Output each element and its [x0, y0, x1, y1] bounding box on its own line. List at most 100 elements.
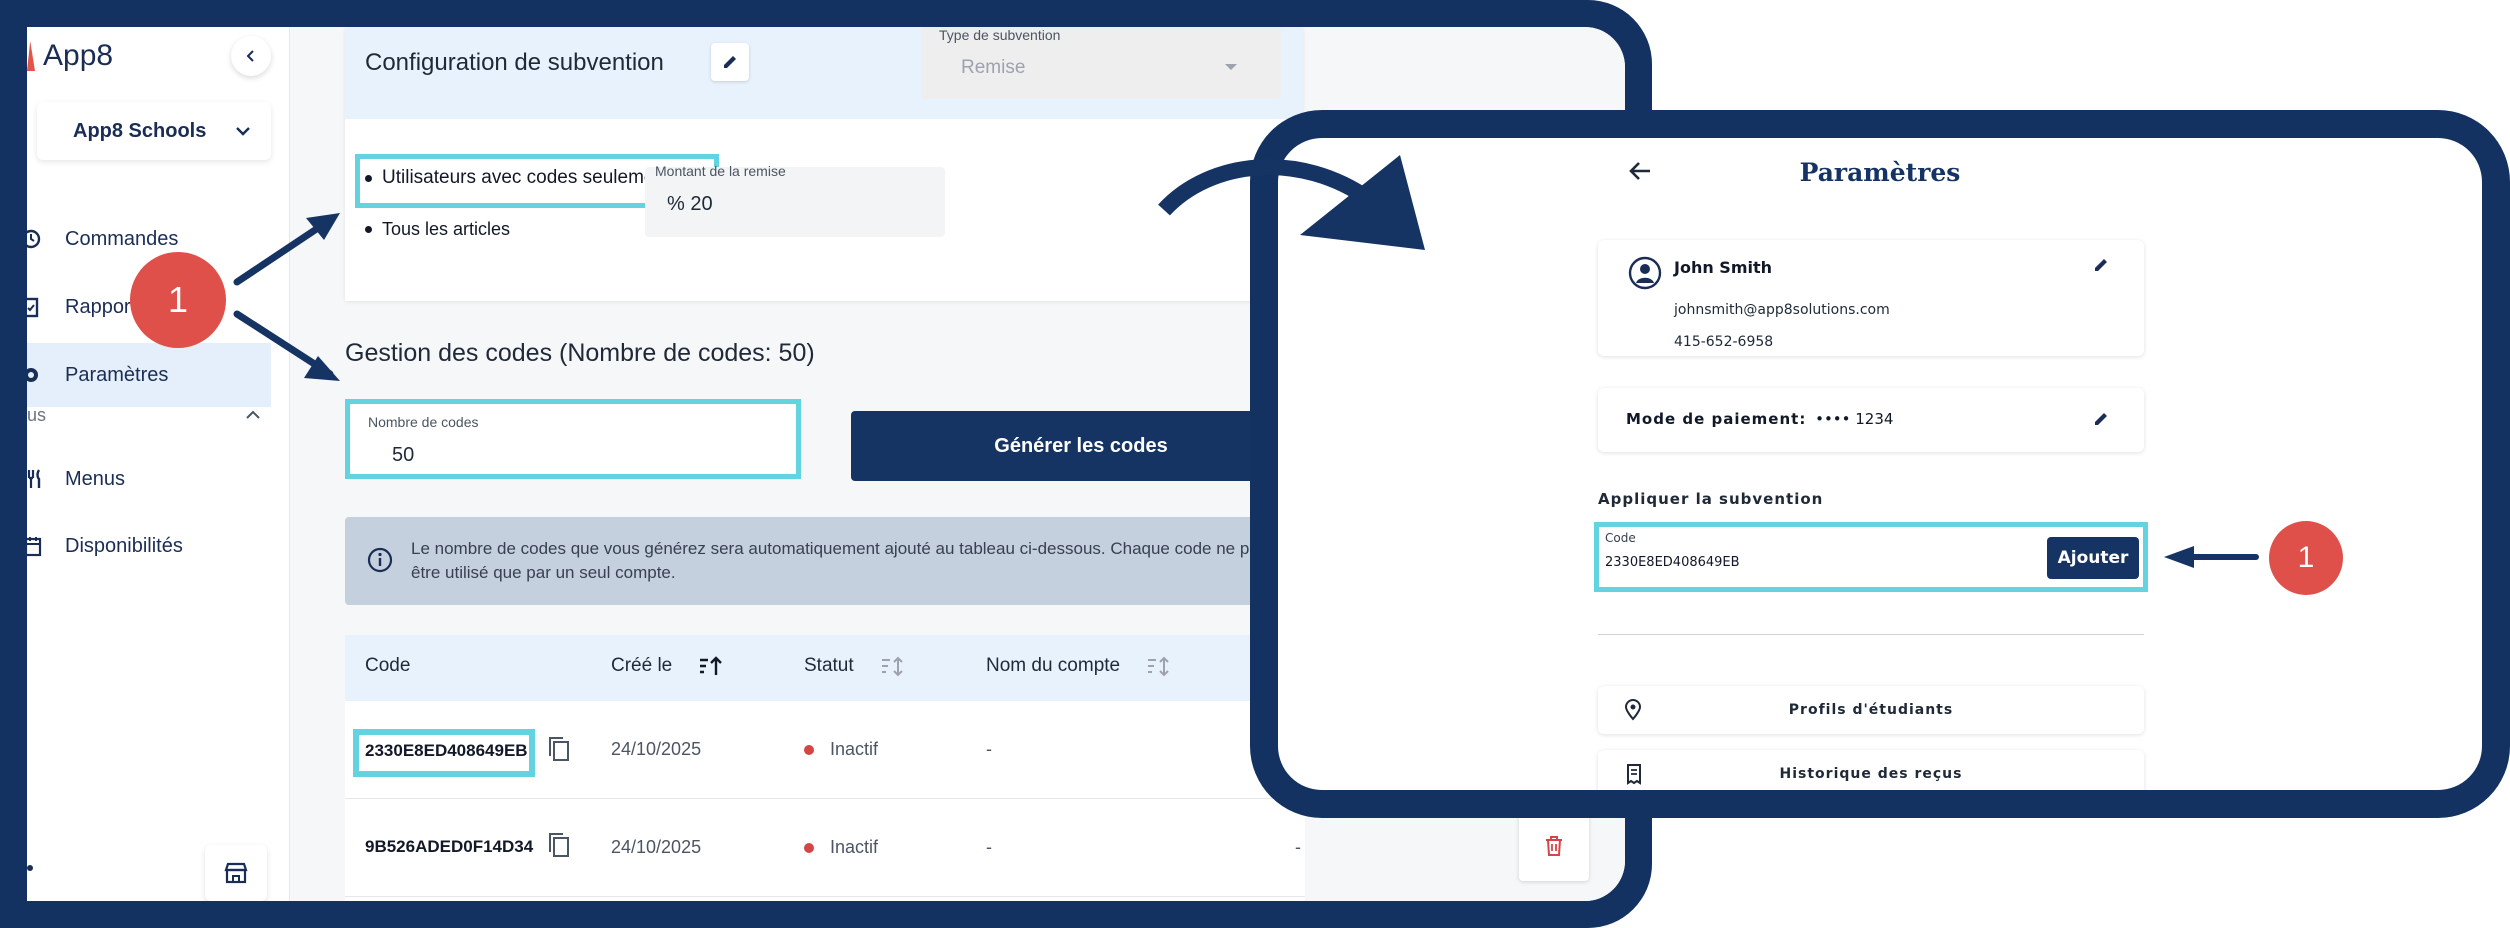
- clipboard-icon: [27, 275, 43, 339]
- column-label: Nom du compte: [986, 655, 1121, 676]
- config-title: Configuration de subvention: [365, 49, 664, 76]
- column-code[interactable]: Code: [365, 655, 410, 677]
- code-count-value: 50: [392, 444, 415, 466]
- info-banner: Le nombre de codes que vous générez sera…: [345, 517, 1305, 605]
- option-codes-only[interactable]: Utilisateurs avec codes seulement: [365, 167, 670, 189]
- calendar-icon: [27, 514, 43, 578]
- config-card-header: Configuration de subvention Type de subv…: [345, 27, 1303, 119]
- apply-subsidy-title: Appliquer la subvention: [1598, 490, 1824, 508]
- code-field-label: Code: [1605, 531, 1636, 545]
- step-number: 1: [2297, 541, 2315, 574]
- copy-icon[interactable]: [547, 735, 571, 763]
- app-logo: App8: [27, 33, 113, 79]
- option-label: Utilisateurs avec codes seulement: [382, 167, 671, 188]
- status-text: Inactif: [830, 739, 879, 759]
- link-label: Historique des reçus: [1779, 766, 1963, 782]
- sort-icon: [881, 656, 903, 677]
- info-text: Le nombre de codes que vous générez sera…: [411, 539, 1273, 582]
- caret-down-icon: [1225, 64, 1237, 70]
- chevron-down-icon: [236, 127, 250, 136]
- payment-card: Mode de paiement: •••• 1234: [1598, 388, 2144, 452]
- sidebar-item-label: Commandes: [65, 227, 179, 250]
- column-created[interactable]: Créé le: [611, 655, 724, 677]
- code-count-field[interactable]: Nombre de codes 50: [345, 399, 801, 479]
- table-row: 2330E8ED408649EB 24/10/2025 Inactif -: [345, 701, 1305, 799]
- mobile-screen: Paramètres John Smith johnsmith@app8solu…: [1278, 138, 2482, 790]
- subsidy-type-label: Type de subvention: [939, 27, 1061, 43]
- sidebar-divider: [289, 27, 313, 901]
- trash-icon: [1546, 836, 1562, 856]
- step-badge-right: 1: [2269, 521, 2343, 595]
- column-label: Statut: [804, 655, 854, 676]
- sort-ascending-icon: [700, 656, 723, 675]
- payment-value: •••• 1234: [1815, 410, 1894, 428]
- created-date: 24/10/2025: [611, 739, 702, 759]
- sidebar-item-menus[interactable]: Menus: [27, 447, 271, 511]
- sidebar-item-label: Disponibilités: [65, 534, 183, 557]
- sidebar: App8 App8 Schools Commandes Rapports Par…: [27, 27, 289, 901]
- discount-amount-value: % 20: [667, 193, 713, 215]
- utensils-icon: [27, 447, 43, 511]
- gear-icon: [27, 343, 43, 407]
- codes-section-title: Gestion des codes (Nombre de codes: 50): [345, 339, 815, 367]
- profile-card: John Smith johnsmith@app8solutions.com 4…: [1598, 240, 2144, 356]
- info-icon: [367, 547, 393, 573]
- status-cell: Inactif: [804, 739, 878, 760]
- code-value: 2330E8ED408649EB: [365, 741, 528, 760]
- column-label: Créé le: [611, 655, 673, 676]
- column-account[interactable]: Nom du compte: [986, 655, 1172, 677]
- collapse-sidebar-button[interactable]: [231, 36, 271, 76]
- code-field-value: 2330E8ED408649EB: [1605, 555, 1740, 570]
- discount-amount-label: Montant de la remise: [655, 163, 786, 179]
- code-value: 9B526ADED0F14D34: [365, 837, 534, 856]
- sidebar-item-label: Paramètres: [65, 363, 169, 386]
- logo-text: App8: [43, 39, 114, 72]
- subsidy-config-card: Configuration de subvention Type de subv…: [345, 27, 1303, 301]
- profile-email: johnsmith@app8solutions.com: [1674, 302, 1890, 318]
- school-select-value: App8 Schools: [73, 119, 207, 142]
- extra-cell: -: [1295, 837, 1301, 857]
- store-button[interactable]: [205, 845, 267, 901]
- copy-icon[interactable]: [547, 831, 571, 859]
- clock-icon: [27, 207, 43, 271]
- link-student-profiles[interactable]: Profils d'étudiants: [1598, 686, 2144, 734]
- school-select[interactable]: App8 Schools: [37, 102, 271, 160]
- edit-config-button[interactable]: [711, 43, 749, 81]
- option-all-items[interactable]: Tous les articles: [365, 219, 510, 240]
- code-count-label: Nombre de codes: [368, 414, 479, 430]
- subsidy-code-field[interactable]: Code 2330E8ED408649EB Ajouter: [1599, 527, 2143, 587]
- mobile-device-frame: Paramètres John Smith johnsmith@app8solu…: [1250, 110, 2510, 818]
- payment-label: Mode de paiement:: [1626, 410, 1807, 428]
- table-header: Code Créé le Statut Nom du compte: [345, 635, 1305, 701]
- link-receipt-history[interactable]: Historique des reçus: [1598, 750, 2144, 790]
- status-dot: [804, 843, 814, 854]
- chevron-up-icon: [246, 410, 260, 419]
- status-dot: [804, 745, 814, 756]
- store-icon: [224, 862, 248, 884]
- sidebar-item-disponibilites[interactable]: Disponibilités: [27, 514, 271, 578]
- edit-payment-pencil-icon[interactable]: [2092, 410, 2110, 428]
- sidebar-section-label: us: [27, 404, 47, 425]
- delete-code-button[interactable]: [1519, 811, 1589, 881]
- sidebar-item-label: Menus: [65, 467, 126, 490]
- profile-phone: 415-652-6958: [1674, 334, 1774, 350]
- edit-profile-pencil-icon[interactable]: [2092, 256, 2110, 274]
- sidebar-item-parametres[interactable]: Paramètres: [27, 343, 271, 407]
- column-status[interactable]: Statut: [804, 655, 906, 677]
- sidebar-section-header[interactable]: us: [27, 399, 271, 431]
- option-label: Tous les articles: [382, 219, 511, 239]
- add-code-button[interactable]: Ajouter: [2047, 537, 2139, 579]
- generate-codes-button[interactable]: Générer les codes: [851, 411, 1311, 481]
- table-row: 9B526ADED0F14D34 24/10/2025 Inactif - -: [345, 799, 1305, 897]
- subsidy-type-select[interactable]: Type de subvention Remise: [921, 27, 1281, 99]
- profile-name: John Smith: [1674, 258, 1773, 277]
- logo-mark-icon: [27, 41, 35, 71]
- payment-text: Mode de paiement: •••• 1234: [1626, 410, 1893, 428]
- step-number: 1: [167, 279, 189, 320]
- account-name: -: [986, 739, 992, 759]
- discount-amount-field[interactable]: Montant de la remise % 20: [645, 163, 945, 237]
- account-name: -: [986, 837, 992, 857]
- column-label: Code: [365, 655, 411, 676]
- page-title: Paramètres: [1799, 158, 1961, 187]
- divider: [1598, 634, 2144, 635]
